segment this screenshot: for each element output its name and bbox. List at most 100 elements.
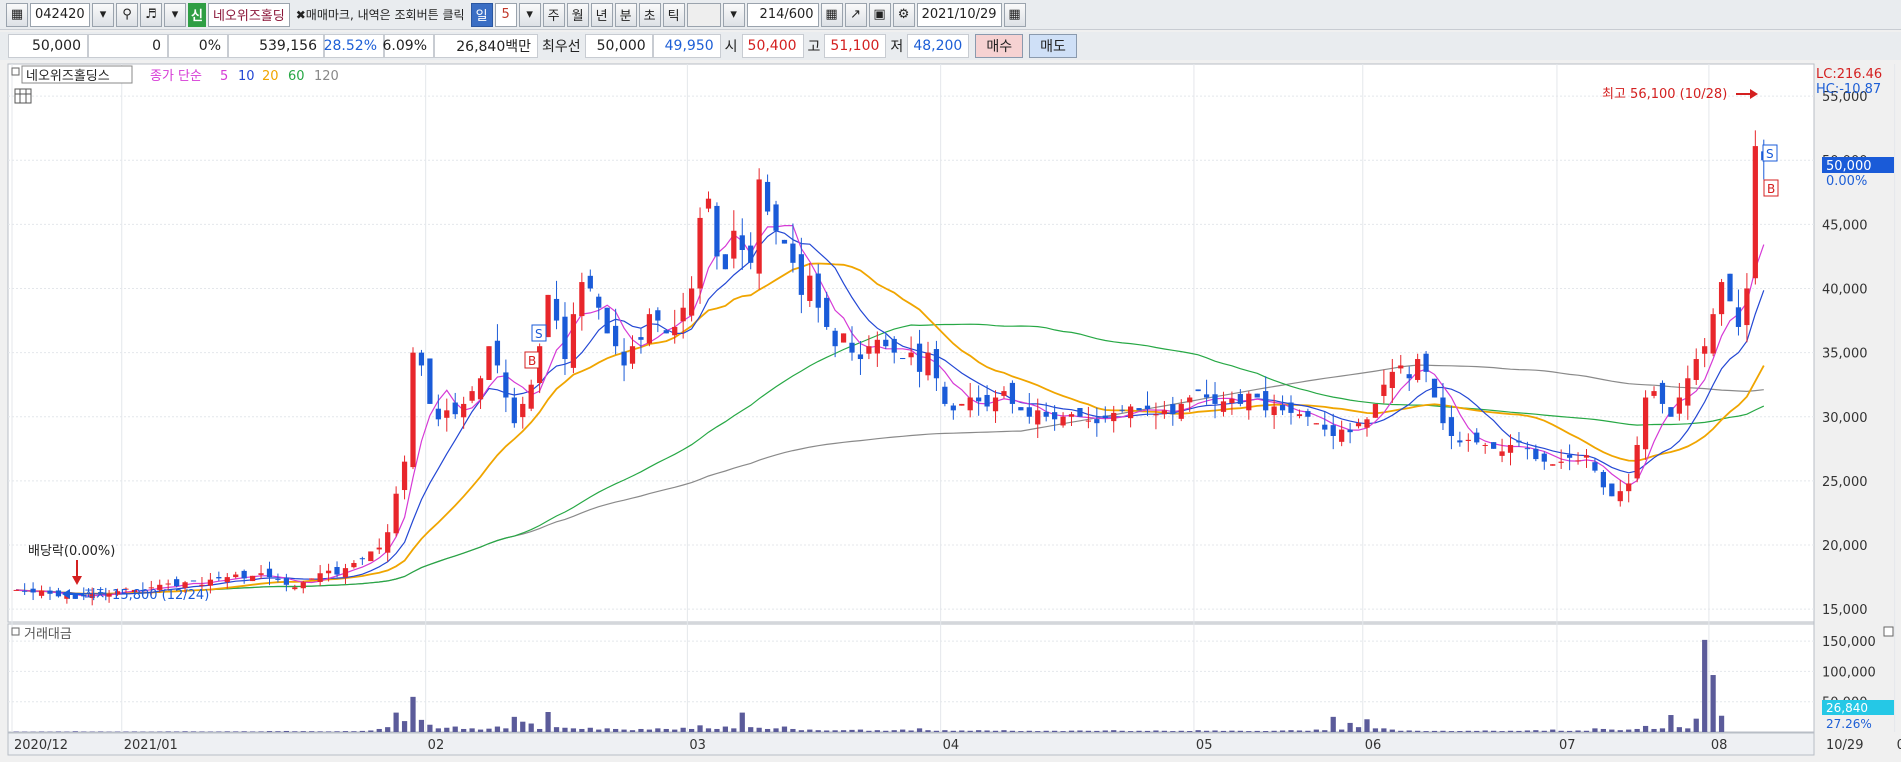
volume-bar bbox=[393, 712, 399, 732]
candle-body bbox=[840, 333, 847, 343]
candle-body bbox=[824, 297, 830, 327]
volume-bar bbox=[1491, 730, 1497, 732]
volume-bar bbox=[832, 730, 838, 732]
candle-body bbox=[1710, 314, 1716, 354]
volume-bar bbox=[874, 730, 880, 732]
candle-body bbox=[1237, 393, 1243, 404]
volume-bar bbox=[1018, 731, 1024, 732]
volume-bar bbox=[1541, 730, 1547, 732]
volume-panel-bg bbox=[7, 623, 1815, 733]
stock-chart[interactable]: 55,00050,00045,00040,00035,00030,00025,0… bbox=[0, 0, 1901, 762]
candle-body bbox=[1718, 282, 1725, 315]
volume-bar bbox=[131, 731, 138, 732]
volume-bar bbox=[1085, 730, 1092, 732]
volume-bar bbox=[1001, 730, 1007, 732]
buy-mark-2-text: B bbox=[1767, 182, 1775, 196]
volume-bar bbox=[1457, 731, 1463, 732]
volume-bar bbox=[942, 730, 948, 732]
volume-bar bbox=[309, 731, 315, 732]
volume-bar bbox=[410, 696, 416, 732]
candle-body bbox=[832, 330, 838, 347]
candle-body bbox=[216, 577, 222, 579]
candle-body bbox=[1448, 417, 1455, 436]
volume-bar bbox=[1440, 730, 1446, 732]
volume-bar bbox=[1246, 731, 1252, 732]
volume-bar bbox=[317, 731, 323, 732]
volume-bar bbox=[849, 729, 855, 732]
candle-body bbox=[900, 358, 906, 360]
sell-mark-2: S bbox=[1762, 144, 1778, 162]
candle-body bbox=[1423, 353, 1429, 372]
candle-body bbox=[528, 384, 534, 409]
volume-bar bbox=[258, 731, 264, 732]
candle-body bbox=[773, 204, 779, 231]
table-view-icon[interactable] bbox=[14, 88, 32, 104]
volume-bar bbox=[933, 730, 940, 732]
candle-body bbox=[857, 354, 864, 360]
candle-body bbox=[461, 403, 467, 418]
candle-body bbox=[1347, 429, 1353, 433]
volume-bar bbox=[452, 726, 458, 732]
volume-bar bbox=[663, 728, 669, 732]
candle-body bbox=[165, 583, 171, 585]
time-tick-label: 08 bbox=[1711, 738, 1728, 753]
candle-body bbox=[199, 584, 205, 586]
volume-bar bbox=[959, 730, 965, 732]
candle-body bbox=[477, 378, 484, 400]
buy-mark-2: B bbox=[1763, 179, 1779, 197]
candle-body bbox=[1465, 439, 1471, 441]
candle-body bbox=[334, 566, 340, 575]
dividend-annotation: 배당락(0.00%) bbox=[28, 544, 115, 559]
legend-ma10: 10 bbox=[238, 69, 255, 84]
time-tick-label: 04 bbox=[943, 738, 960, 753]
price-tick-label: 40,000 bbox=[1822, 282, 1868, 297]
time-tick-label: 07 bbox=[1559, 738, 1576, 753]
volume-bar bbox=[351, 731, 357, 732]
candle-body bbox=[30, 588, 36, 593]
volume-tick-label: 150,000 bbox=[1822, 635, 1876, 650]
volume-bar bbox=[1111, 730, 1117, 732]
volume-panel-close-icon[interactable] bbox=[1883, 626, 1894, 637]
candle-body bbox=[1153, 414, 1159, 416]
volume-bar bbox=[1220, 730, 1227, 732]
candle-body bbox=[1102, 415, 1108, 419]
candle-body bbox=[570, 314, 577, 368]
candle-body bbox=[1550, 464, 1556, 466]
volume-bar bbox=[1474, 730, 1480, 732]
candle-body bbox=[1305, 411, 1311, 417]
candle-body bbox=[1288, 402, 1294, 413]
price-tick-label: 35,000 bbox=[1822, 347, 1868, 362]
volume-bar bbox=[705, 728, 712, 732]
volume-bar bbox=[1094, 730, 1100, 732]
volume-bar bbox=[1347, 722, 1353, 732]
candle-body bbox=[1001, 391, 1007, 396]
volume-bar bbox=[1203, 730, 1210, 732]
candle-body bbox=[207, 579, 214, 586]
candle-body bbox=[401, 461, 408, 491]
volume-bar bbox=[1415, 730, 1421, 732]
candle-body bbox=[249, 575, 256, 582]
time-tick-label: 2020/12 bbox=[14, 738, 68, 753]
volume-axis: 150,000100,00050,000 bbox=[1822, 635, 1876, 711]
candle-body bbox=[444, 410, 450, 418]
candle-body bbox=[1389, 371, 1395, 389]
candle-body bbox=[182, 582, 188, 588]
volume-bar bbox=[916, 728, 923, 732]
candle-body bbox=[1499, 451, 1505, 456]
candle-body bbox=[933, 349, 940, 379]
lc-indicator: LC:216.46 bbox=[1816, 67, 1882, 82]
candle-body bbox=[1634, 444, 1640, 479]
candle-body bbox=[283, 577, 289, 585]
candle-body bbox=[891, 338, 897, 353]
candle-body bbox=[47, 590, 53, 594]
candle-body bbox=[1263, 391, 1269, 411]
candle-body bbox=[1060, 416, 1066, 426]
candle-body bbox=[1035, 410, 1041, 425]
volume-bar bbox=[300, 731, 306, 732]
volume-bar bbox=[182, 731, 188, 732]
candle-body bbox=[688, 288, 695, 316]
time-tick-label: 05 bbox=[1196, 738, 1213, 753]
candle-body bbox=[13, 589, 19, 591]
legend-ma20: 20 bbox=[262, 69, 279, 84]
candle-body bbox=[646, 314, 653, 344]
